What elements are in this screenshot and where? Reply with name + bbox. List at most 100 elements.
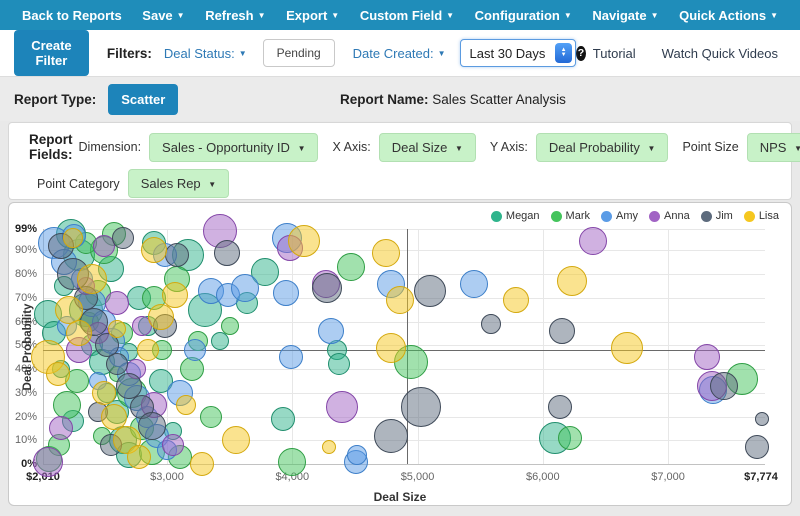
create-filter-button[interactable]: Create Filter — [14, 30, 89, 76]
bubble-anna[interactable] — [326, 391, 358, 423]
nav-item-export[interactable]: Export▼ — [286, 8, 339, 23]
bubble-lisa[interactable] — [386, 286, 414, 314]
bubble-amy[interactable] — [273, 280, 299, 306]
bubble-megan[interactable] — [328, 353, 350, 375]
nav-item-navigate[interactable]: Navigate▼ — [592, 8, 658, 23]
nav-item-custom-field[interactable]: Custom Field▼ — [360, 8, 454, 23]
x-tick-label: $5,000 — [401, 471, 435, 483]
nav-item-quick-actions[interactable]: Quick Actions▼ — [679, 8, 778, 23]
bubble-lisa[interactable] — [148, 304, 174, 330]
bubble-lisa[interactable] — [503, 287, 529, 313]
tutorial-link[interactable]: Tutorial — [593, 46, 636, 61]
caret-down-icon: ▼ — [239, 49, 247, 58]
y-tick-label: 20% — [8, 411, 37, 423]
caret-down-icon: ▼ — [794, 144, 800, 153]
date-created-filter[interactable]: Date Created:▼ — [353, 46, 446, 61]
bubble-jim[interactable] — [112, 227, 134, 249]
bubble-amy[interactable] — [231, 274, 259, 302]
x-axis-title: Deal Size — [9, 490, 791, 504]
bubble-amy[interactable] — [184, 339, 206, 361]
caret-down-icon: ▼ — [177, 11, 185, 20]
bubble-lisa[interactable] — [127, 445, 151, 469]
bubble-jim[interactable] — [374, 419, 408, 453]
bubble-anna[interactable] — [105, 291, 129, 315]
legend-item-jim[interactable]: Jim — [701, 210, 733, 222]
bubble-mark[interactable] — [221, 317, 239, 335]
bubble-jim[interactable] — [549, 318, 575, 344]
bubble-anna[interactable] — [694, 344, 720, 370]
bubble-lisa[interactable] — [611, 332, 643, 364]
bubble-jim[interactable] — [165, 243, 189, 267]
bubble-jim[interactable] — [401, 387, 441, 427]
watch-quick-videos-link[interactable]: Watch Quick Videos — [662, 46, 778, 61]
report-type-scatter-button[interactable]: Scatter — [108, 84, 178, 115]
y-axis-label: Y Axis: — [490, 140, 528, 154]
bubble-lisa[interactable] — [376, 333, 406, 363]
select-stepper-icon: ▲▼ — [555, 43, 572, 63]
bubble-mark[interactable] — [558, 426, 582, 450]
y-axis-dropdown[interactable]: Deal Probability ▼ — [536, 133, 669, 162]
report-fields-card: Report Fields: Dimension: Sales - Opport… — [8, 122, 792, 200]
nav-item-save[interactable]: Save▼ — [142, 8, 184, 23]
bubble-lisa[interactable] — [176, 395, 196, 415]
bubble-lisa[interactable] — [222, 426, 250, 454]
bubble-lisa[interactable] — [92, 381, 116, 405]
legend-label: Anna — [664, 210, 690, 222]
legend-item-lisa[interactable]: Lisa — [744, 210, 779, 222]
bubble-anna[interactable] — [49, 416, 73, 440]
caret-down-icon: ▼ — [331, 11, 339, 20]
bubble-amy[interactable] — [279, 345, 303, 369]
date-range-select[interactable]: Last 30 Days ▲▼ — [460, 39, 577, 67]
caret-down-icon: ▼ — [648, 144, 656, 153]
bubble-lisa[interactable] — [77, 264, 107, 294]
bubble-jim[interactable] — [755, 412, 769, 426]
dimension-dropdown[interactable]: Sales - Opportunity ID ▼ — [149, 133, 318, 162]
bubble-lisa[interactable] — [557, 266, 587, 296]
bubble-jim[interactable] — [548, 395, 572, 419]
bubble-mark[interactable] — [337, 253, 365, 281]
legend-label: Jim — [716, 210, 733, 222]
bubble-jim[interactable] — [214, 240, 240, 266]
legend-item-amy[interactable]: Amy — [601, 210, 638, 222]
x-axis-dropdown[interactable]: Deal Size ▼ — [379, 133, 476, 162]
bubble-jim[interactable] — [710, 372, 738, 400]
bubble-lisa[interactable] — [190, 452, 214, 476]
report-name: Report Name: Sales Scatter Analysis — [340, 92, 566, 107]
x-tick-label: $3,000 — [150, 471, 184, 483]
legend-item-anna[interactable]: Anna — [649, 210, 690, 222]
bubble-lisa[interactable] — [46, 362, 70, 386]
bubble-anna[interactable] — [33, 447, 63, 477]
bubble-jim[interactable] — [481, 314, 501, 334]
bubble-jim[interactable] — [312, 273, 342, 303]
caret-down-icon: ▼ — [446, 11, 454, 20]
bubble-amy[interactable] — [460, 270, 488, 298]
pending-filter-chip[interactable]: Pending — [263, 39, 335, 67]
bubble-mark[interactable] — [278, 448, 306, 476]
bubble-amy[interactable] — [347, 445, 367, 465]
bubble-mark[interactable] — [53, 391, 81, 419]
point-size-label: Point Size — [682, 140, 738, 154]
bubble-lisa[interactable] — [372, 239, 400, 267]
nav-item-configuration[interactable]: Configuration▼ — [475, 8, 572, 23]
point-category-dropdown[interactable]: Sales Rep ▼ — [128, 169, 230, 198]
date-range-value: Last 30 Days — [461, 46, 546, 61]
nav-item-refresh[interactable]: Refresh▼ — [205, 8, 265, 23]
bubble-jim[interactable] — [745, 435, 769, 459]
bubble-jim[interactable] — [138, 412, 166, 440]
bubble-lisa[interactable] — [322, 440, 336, 454]
help-question-icon[interactable]: ? — [576, 46, 586, 61]
bubble-amy[interactable] — [318, 318, 344, 344]
bubble-lisa[interactable] — [288, 225, 320, 257]
bubble-lisa[interactable] — [108, 320, 126, 338]
bubble-jim[interactable] — [414, 275, 446, 307]
legend-item-mark[interactable]: Mark — [551, 210, 590, 222]
legend-item-megan[interactable]: Megan — [491, 210, 540, 222]
deal-status-filter[interactable]: Deal Status:▼ — [164, 46, 247, 61]
point-size-dropdown[interactable]: NPS ▼ — [747, 133, 800, 162]
bubble-anna[interactable] — [579, 227, 607, 255]
bubble-mark[interactable] — [200, 406, 222, 428]
bubble-lisa[interactable] — [162, 282, 188, 308]
y-tick-label: 80% — [8, 268, 37, 280]
legend-dot-icon — [649, 211, 660, 222]
nav-item-back-to-reports[interactable]: Back to Reports — [22, 8, 122, 23]
